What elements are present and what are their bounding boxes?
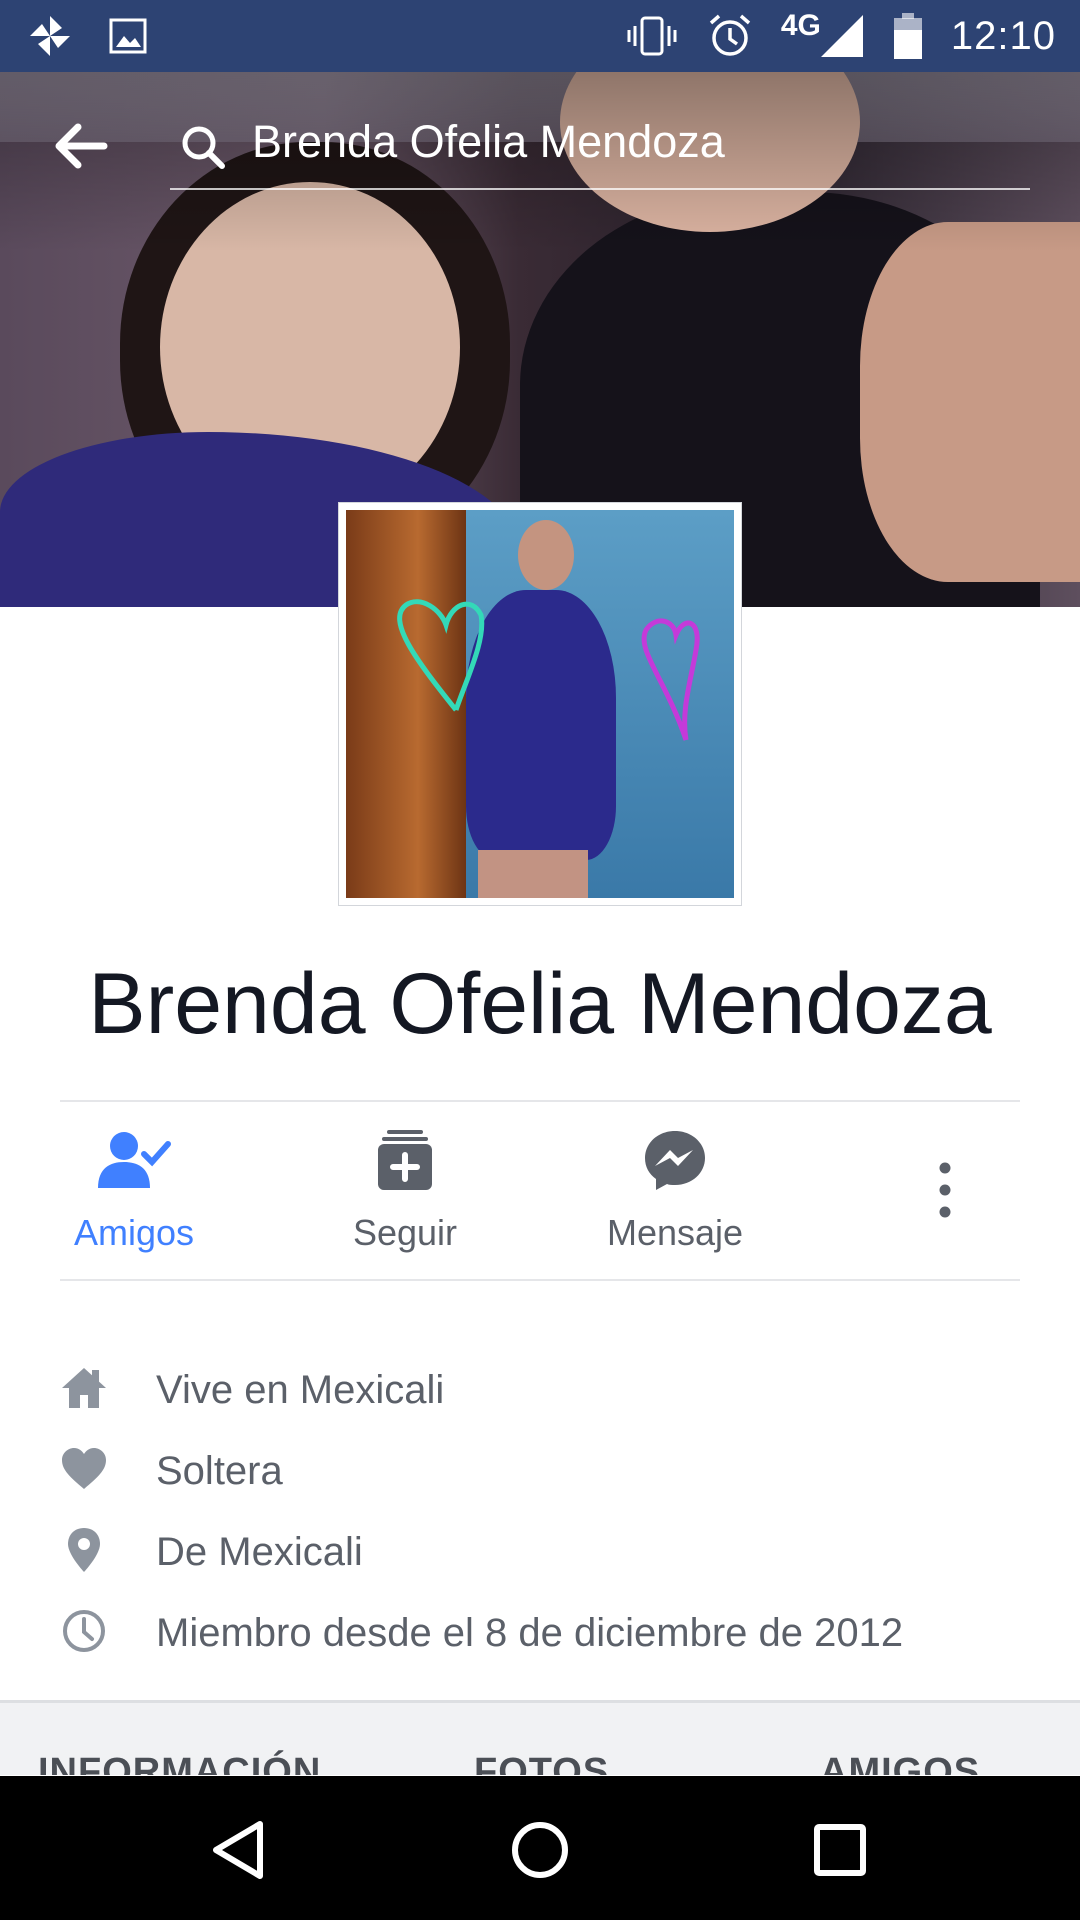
info-text: Miembro desde el 8 de diciembre de 2012 [156,1611,904,1655]
back-button[interactable] [50,116,110,176]
clock-time: 12:10 [950,13,1056,58]
tab-friends[interactable]: AMIGOS [820,1751,980,1775]
follow-label: Seguir [352,1212,458,1253]
status-bar: 4G 12:10 [0,0,1080,72]
info-text: Soltera [156,1449,283,1493]
profile-actions: Amigos Seguir Mensaje [0,1102,1080,1280]
info-row-relationship[interactable]: Soltera [0,1429,1080,1509]
message-button[interactable]: Mensaje [565,1102,785,1280]
friends-label: Amigos [73,1212,195,1253]
info-text: De Mexicali [156,1530,363,1574]
recents-square-icon [814,1824,866,1876]
alarm-icon [709,14,751,56]
profile-tabs: INFORMACIÓN FOTOS AMIGOS [0,1703,1080,1775]
vibrate-icon [627,16,677,56]
profile-photo [346,510,734,898]
nav-recents-button[interactable] [800,1810,880,1890]
friends-button[interactable]: Amigos [24,1102,244,1280]
search-query: Brenda Ofelia Mendoza [252,116,725,167]
clock-icon [63,1610,105,1652]
follow-button[interactable]: Seguir [295,1102,515,1280]
tab-information[interactable]: INFORMACIÓN [38,1751,321,1775]
tab-photos[interactable]: FOTOS [474,1751,609,1775]
info-row-lives-in[interactable]: Vive en Mexicali [0,1348,1080,1428]
system-nav-bar [0,1776,1080,1920]
app-bar: Brenda Ofelia Mendoza [0,72,1080,220]
back-triangle-icon [213,1821,263,1879]
nav-home-button[interactable] [500,1810,580,1890]
search-icon [182,126,225,169]
message-label: Mensaje [606,1212,744,1253]
friends-check-icon [98,1132,171,1188]
profile-picture[interactable] [338,502,742,906]
doodle-hearts [397,599,700,741]
info-row-from[interactable]: De Mexicali [0,1510,1080,1590]
nav-back-button[interactable] [200,1810,280,1890]
profile-name: Brenda Ofelia Mendoza [88,956,992,1052]
search-field[interactable]: Brenda Ofelia Mendoza [170,102,1030,190]
pinwheel-icon [30,16,70,56]
image-icon [109,18,147,54]
network-type: 4G [780,9,821,42]
signal-icon [820,15,863,57]
back-arrow-icon [55,123,108,169]
location-pin-icon [68,1528,100,1572]
heart-icon [62,1448,106,1489]
home-circle-icon [512,1822,568,1878]
more-vertical-icon [939,1162,951,1218]
info-row-member-since[interactable]: Miembro desde el 8 de diciembre de 2012 [0,1591,1080,1671]
info-text: Vive en Mexicali [156,1368,445,1412]
home-icon [62,1368,106,1408]
more-options-button[interactable] [835,1102,1055,1280]
messenger-icon [645,1131,705,1190]
divider [60,1279,1020,1281]
follow-icon [378,1130,432,1190]
battery-icon [893,13,922,59]
